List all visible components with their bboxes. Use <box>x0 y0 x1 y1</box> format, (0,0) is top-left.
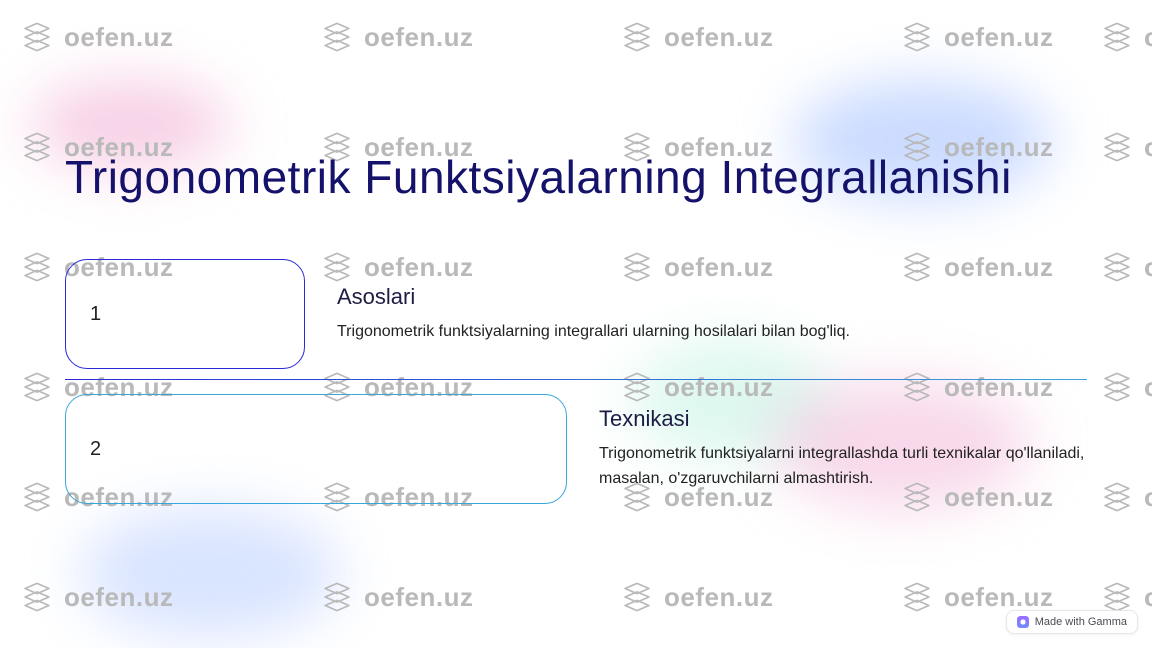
slide-content: Trigonometrik Funktsiyalarning Integrall… <box>0 0 1152 648</box>
row-1-number: 1 <box>90 303 101 326</box>
badge-label: Made with Gamma <box>1035 616 1127 628</box>
row-2-number: 2 <box>90 438 101 461</box>
row-2-number-box: 2 <box>65 394 567 504</box>
row-2-heading: Texnikasi <box>599 406 1087 432</box>
made-with-gamma-badge[interactable]: Made with Gamma <box>1006 610 1138 634</box>
row-1-text: Asoslari Trigonometrik funktsiyalarning … <box>305 284 1087 345</box>
row-1-body: Trigonometrik funktsiyalarning integrall… <box>337 320 1087 345</box>
row-2-text: Texnikasi Trigonometrik funktsiyalarni i… <box>567 406 1087 492</box>
row-2: 2 Texnikasi Trigonometrik funktsiyalarni… <box>65 394 1087 504</box>
slide-title: Trigonometrik Funktsiyalarning Integrall… <box>65 150 1087 204</box>
row-1-heading: Asoslari <box>337 284 1087 310</box>
row-1: 1 Asoslari Trigonometrik funktsiyalarnin… <box>65 259 1087 369</box>
row-1-number-box: 1 <box>65 259 305 369</box>
gamma-icon <box>1017 616 1029 628</box>
rows-container: 1 Asoslari Trigonometrik funktsiyalarnin… <box>65 259 1087 504</box>
row-divider <box>65 379 1087 380</box>
row-2-body: Trigonometrik funktsiyalarni integrallas… <box>599 442 1087 492</box>
